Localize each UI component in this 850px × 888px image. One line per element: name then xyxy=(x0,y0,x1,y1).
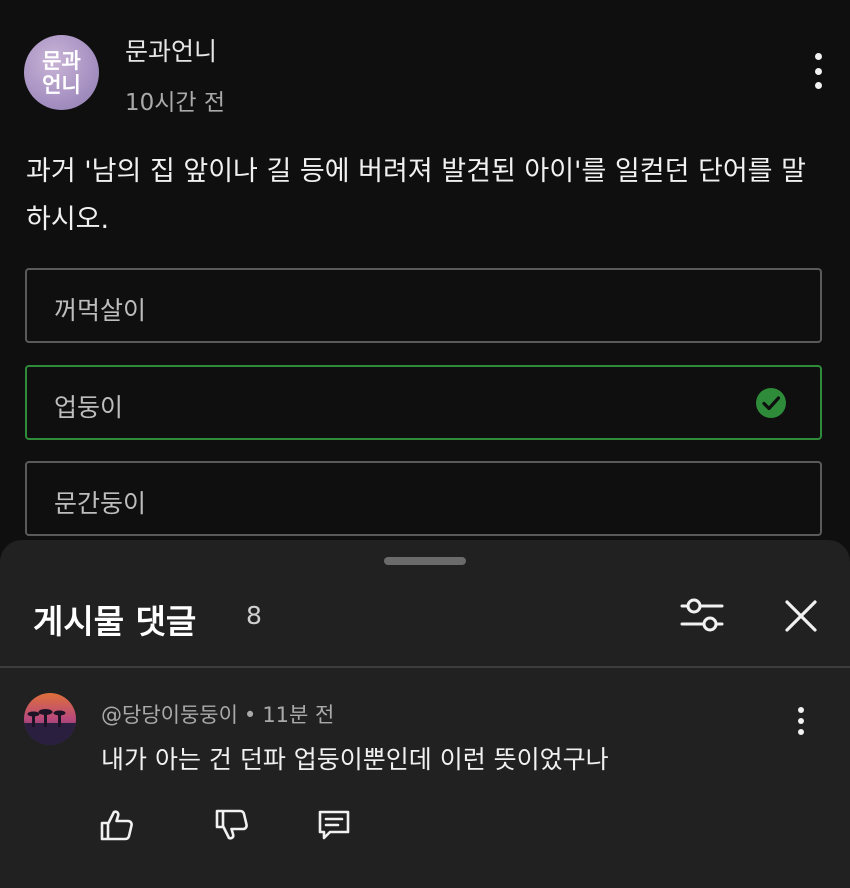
quiz-option-label: 문간둥이 xyxy=(54,489,147,518)
commenter-avatar[interactable] xyxy=(24,693,76,745)
close-icon[interactable] xyxy=(784,599,818,633)
community-post-screen: 문과언니 문과언니 10시간 전 과거 '남의 집 앞이나 길 등에 버려져 발… xyxy=(0,0,850,888)
quiz-option-label: 업둥이 xyxy=(54,393,124,422)
post-more-icon[interactable] xyxy=(808,53,828,89)
comment-time: 11분 전 xyxy=(262,703,335,727)
comment-meta: @당당이둥둥이 • 11분 전 xyxy=(101,699,334,729)
meta-separator: • xyxy=(243,703,257,727)
check-circle-icon xyxy=(756,388,786,418)
post-time: 10시간 전 xyxy=(125,90,226,116)
quiz-option-1[interactable]: 꺼먹살이 xyxy=(25,268,822,343)
sheet-drag-handle[interactable] xyxy=(384,557,466,565)
comment-author[interactable]: @당당이둥둥이 xyxy=(101,703,238,727)
sunset-silhouette-icon xyxy=(24,709,76,745)
comments-count: 8 xyxy=(246,601,262,630)
quiz-option-2[interactable]: 업둥이 xyxy=(25,365,822,440)
comments-title: 게시물 댓글 xyxy=(33,602,197,641)
channel-avatar-text: 문과언니 xyxy=(42,48,81,97)
dislike-icon[interactable] xyxy=(214,807,250,843)
sheet-divider xyxy=(0,666,850,668)
channel-avatar[interactable]: 문과언니 xyxy=(24,35,99,110)
quiz-option-3[interactable]: 문간둥이 xyxy=(25,461,822,536)
comments-sheet: 게시물 댓글 8 @당당이둥둥이 • 11분 전 내가 아는 건 던파 업둥이뿐… xyxy=(0,540,850,888)
filter-icon[interactable] xyxy=(680,597,724,633)
channel-name[interactable]: 문과언니 xyxy=(125,32,217,68)
like-icon[interactable] xyxy=(99,807,135,843)
reply-icon[interactable] xyxy=(316,807,352,843)
comment-text: 내가 아는 건 던파 업둥이뿐인데 이런 뜻이었구나 xyxy=(101,745,609,774)
quiz-option-label: 꺼먹살이 xyxy=(54,296,147,325)
comment-more-icon[interactable] xyxy=(791,707,811,735)
quiz-question: 과거 '남의 집 앞이나 길 등에 버려져 발견된 아이'를 일컫던 단어를 말… xyxy=(26,156,806,235)
